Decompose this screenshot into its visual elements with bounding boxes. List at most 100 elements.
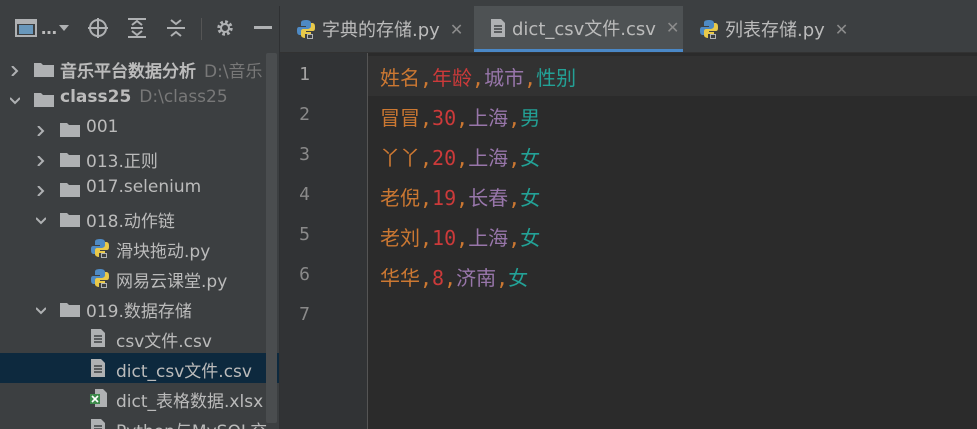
- tree-expander[interactable]: [36, 151, 46, 167]
- expand-all-button[interactable]: [126, 15, 148, 41]
- csv-cell: 上海: [468, 226, 509, 250]
- csv-cell: 30: [432, 106, 457, 130]
- csv-cell: 女: [508, 266, 529, 290]
- tree-item[interactable]: 018.动作链: [0, 203, 279, 233]
- csv-separator: ,: [524, 66, 537, 90]
- tree-expander[interactable]: [35, 211, 47, 225]
- tree-item-name: 013.正则: [86, 152, 158, 172]
- text-file-icon: [491, 18, 505, 37]
- tree-item[interactable]: 013.正则: [0, 143, 279, 173]
- line-number: 7: [299, 304, 310, 325]
- line-number: 3: [299, 144, 310, 165]
- excel-file-icon: [90, 389, 107, 407]
- tree-item-label: 019.数据存储: [86, 297, 192, 322]
- csv-cell: 上海: [468, 146, 509, 170]
- tab-icon: [699, 19, 719, 39]
- tree-item[interactable]: 音乐平台数据分析 D:\音乐: [0, 53, 279, 83]
- chevron-right-icon: [11, 65, 19, 77]
- tab-label: 列表存储.py: [725, 20, 825, 41]
- editor-tab[interactable]: 列表存储.py ✕: [683, 6, 863, 52]
- tree-item[interactable]: 网易云课堂.py: [0, 263, 279, 293]
- tree-item[interactable]: csv文件.csv: [0, 323, 279, 353]
- tree-item[interactable]: 001: [0, 113, 279, 143]
- tree-item[interactable]: class25 D:\class25: [0, 83, 279, 113]
- tree-item[interactable]: 017.selenium: [0, 173, 279, 203]
- csv-cell: 20: [432, 146, 457, 170]
- tree-item-name: csv文件.csv: [116, 332, 212, 352]
- tree-item-name: 017.selenium: [86, 177, 202, 197]
- collapse-all-button[interactable]: [165, 15, 187, 41]
- tree-expander[interactable]: [35, 301, 47, 315]
- close-icon[interactable]: ✕: [450, 20, 463, 39]
- tab-label: 字典的存储.py: [322, 20, 440, 41]
- tree-item[interactable]: 019.数据存储: [0, 293, 279, 323]
- csv-cell: 上海: [468, 106, 509, 130]
- tree-item-icon: [60, 181, 80, 202]
- code-line: 姓名,年龄,城市,性别: [380, 62, 576, 91]
- tree-item-label: 013.正则: [86, 147, 158, 172]
- tree-item[interactable]: dict_csv文件.csv: [0, 353, 279, 383]
- locate-file-button[interactable]: [86, 15, 110, 41]
- python-icon: [297, 20, 315, 39]
- line-number: 4: [299, 184, 310, 205]
- tree-item-icon: [60, 151, 80, 172]
- csv-separator: ,: [508, 146, 521, 170]
- csv-separator: ,: [420, 146, 433, 170]
- project-tree: 音乐平台数据分析 D:\音乐 class25 D:\class25 001 013.正则 0…: [0, 53, 279, 429]
- csv-cell: 丫丫: [380, 146, 420, 170]
- csv-separator: ,: [420, 186, 433, 210]
- csv-separator: ,: [496, 266, 509, 290]
- folder-icon: [34, 93, 54, 107]
- expand-all-icon: [128, 18, 146, 38]
- crosshair-icon: [88, 18, 108, 38]
- tree-item-name: 网易云课堂.py: [116, 272, 228, 292]
- csv-cell: 老刘: [380, 226, 420, 250]
- csv-cell: 姓名: [380, 66, 420, 90]
- csv-cell: 老倪: [380, 186, 420, 210]
- code-area[interactable]: 姓名,年龄,城市,性别 冒冒,30,上海,男 丫丫,20,上海,女 老倪,19,长春,…: [368, 53, 977, 429]
- tree-item[interactable]: dict_表格数据.xlsx: [0, 383, 279, 413]
- tree-item-icon: [60, 121, 80, 142]
- tab-label: dict_csv文件.csv: [512, 18, 656, 40]
- hide-panel-button[interactable]: [252, 15, 274, 41]
- code-line: 华华,8,济南,女: [380, 262, 528, 291]
- tree-item-icon: [34, 91, 54, 112]
- tree-item-label: dict_表格数据.xlsx: [116, 387, 263, 412]
- code-line: 丫丫,20,上海,女: [380, 142, 540, 171]
- tree-expander[interactable]: [10, 61, 20, 77]
- tab-icon: [490, 18, 506, 38]
- line-number-gutter: 1 2 3 4 5 6 7: [280, 53, 368, 429]
- tree-item-label: 网易云课堂.py: [116, 267, 227, 292]
- tree-item-icon: [90, 418, 106, 429]
- editor-tab[interactable]: 字典的存储.py ✕: [280, 6, 474, 52]
- tree-expander[interactable]: [36, 181, 46, 197]
- python-icon: [700, 20, 718, 39]
- settings-button[interactable]: [214, 15, 236, 41]
- csv-cell: 长春: [468, 186, 509, 210]
- csv-separator: ,: [508, 226, 521, 250]
- chevron-right-icon: [37, 155, 45, 167]
- folder-icon: [60, 153, 80, 167]
- tree-item-path: D:\class25: [139, 87, 228, 107]
- tree-item-label: Python与MySQL交: [116, 417, 267, 429]
- editor-tab[interactable]: dict_csv文件.csv ✕: [474, 6, 683, 52]
- tree-item[interactable]: 滑块拖动.py: [0, 233, 279, 263]
- text-file-icon: [91, 359, 105, 377]
- tree-item-label: 018.动作链: [86, 207, 175, 232]
- panel-window-icon: [15, 19, 37, 37]
- close-icon[interactable]: ✕: [835, 20, 848, 39]
- tree-expander[interactable]: [9, 91, 21, 105]
- project-view-selector[interactable]: …: [14, 15, 70, 41]
- close-icon[interactable]: ✕: [666, 18, 679, 37]
- code-line: 冒冒,30,上海,男: [380, 102, 540, 131]
- tree-item-icon: [60, 211, 80, 232]
- project-panel-scrollbar[interactable]: [266, 53, 277, 423]
- tree-item[interactable]: Python与MySQL交: [0, 413, 279, 429]
- tree-item-name: dict_csv文件.csv: [116, 362, 252, 382]
- tree-item-icon: [34, 61, 54, 82]
- csv-cell: 城市: [484, 66, 525, 90]
- tree-item-icon: [60, 301, 80, 322]
- tree-item-label: 滑块拖动.py: [116, 237, 210, 262]
- line-number: 1: [299, 64, 310, 85]
- tree-expander[interactable]: [36, 121, 46, 137]
